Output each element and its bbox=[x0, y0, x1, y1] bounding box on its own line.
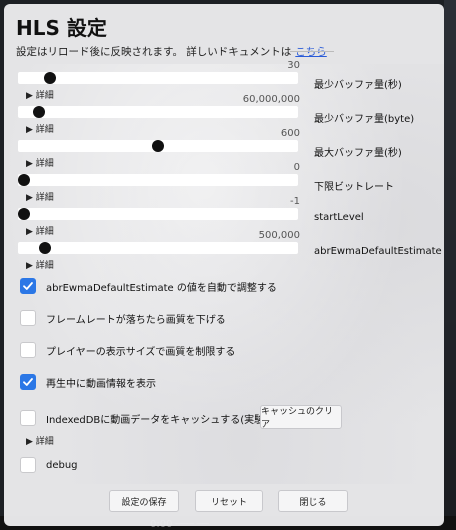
slider-track[interactable] bbox=[18, 174, 298, 186]
details-toggle[interactable]: ▶ 詳細 bbox=[26, 156, 54, 169]
slider-thumb[interactable] bbox=[152, 140, 164, 152]
video-background-edge bbox=[444, 0, 456, 530]
slider-track[interactable] bbox=[18, 208, 298, 220]
slider-value: 0 bbox=[293, 162, 300, 173]
checkbox[interactable] bbox=[20, 342, 36, 358]
checkbox-row-show-video-info[interactable]: 再生中に動画情報を表示 bbox=[20, 374, 156, 390]
close-button[interactable]: 閉じる bbox=[278, 490, 348, 512]
details-toggle[interactable]: ▶ 詳細 bbox=[26, 258, 54, 271]
dialog-title: HLS 設定 bbox=[16, 16, 107, 40]
details-toggle[interactable]: ▶ 詳細 bbox=[26, 224, 54, 237]
reset-button[interactable]: リセット bbox=[195, 490, 263, 512]
slider-label: 最少バッファ量(byte) bbox=[314, 114, 415, 125]
slider-thumb[interactable] bbox=[18, 208, 30, 220]
checkbox-label: フレームレートが落ちたら画質を下げる bbox=[46, 314, 226, 326]
checkbox-row-auto-abr[interactable]: abrEwmaDefaultEstimate の値を自動で調整する bbox=[20, 278, 277, 294]
checkbox-row-indexeddb-cache[interactable]: IndexedDBに動画データをキャッシュする(実験中) bbox=[20, 410, 278, 426]
checkbox-label: IndexedDBに動画データをキャッシュする(実験中) bbox=[46, 414, 279, 426]
slider-track[interactable] bbox=[18, 140, 298, 152]
checkbox-label: debug bbox=[46, 459, 78, 471]
checkmark-icon bbox=[23, 282, 33, 290]
checkmark-icon bbox=[23, 378, 33, 386]
checkbox-row-debug[interactable]: debug bbox=[20, 457, 78, 473]
dialog-description: 設定はリロード後に反映されます。 詳しいドキュメントは こちら bbox=[16, 44, 327, 59]
checkbox[interactable] bbox=[20, 410, 36, 426]
checkbox[interactable] bbox=[20, 310, 36, 326]
slider-value: 60,000,000 bbox=[242, 94, 300, 105]
checkbox-label: abrEwmaDefaultEstimate の値を自動で調整する bbox=[46, 282, 277, 294]
slider-label: startLevel bbox=[314, 212, 364, 223]
slider-label: abrEwmaDefaultEstimate bbox=[314, 246, 442, 257]
description-text: 設定はリロード後に反映されます。 詳しいドキュメントは bbox=[16, 46, 292, 58]
slider-thumb[interactable] bbox=[38, 242, 51, 254]
save-settings-button[interactable]: 設定の保存 bbox=[109, 490, 179, 512]
slider-track[interactable] bbox=[18, 242, 298, 254]
slider-track[interactable] bbox=[18, 72, 298, 84]
details-toggle[interactable]: ▶ 詳細 bbox=[26, 190, 54, 203]
slider-track[interactable] bbox=[18, 106, 298, 118]
slider-value: 30 bbox=[287, 60, 300, 71]
clear-cache-button[interactable]: キャッシュのクリア bbox=[260, 405, 342, 430]
slider-label: 最少バッファ量(秒) bbox=[314, 80, 402, 91]
documentation-link[interactable]: こちら bbox=[295, 46, 327, 58]
slider-thumb[interactable] bbox=[44, 72, 57, 84]
checkbox[interactable] bbox=[20, 278, 36, 294]
checkbox-label: 再生中に動画情報を表示 bbox=[46, 378, 156, 390]
slider-label: 下限ビットレート bbox=[314, 182, 394, 193]
slider-thumb[interactable] bbox=[18, 174, 30, 186]
details-toggle[interactable]: ▶ 詳細 bbox=[26, 122, 54, 135]
divider bbox=[290, 51, 334, 52]
slider-thumb[interactable] bbox=[33, 106, 45, 118]
checkbox-label: プレイヤーの表示サイズで画質を制限する bbox=[46, 346, 236, 358]
slider-value: 600 bbox=[280, 128, 300, 139]
details-toggle[interactable]: ▶ 詳細 bbox=[26, 88, 54, 101]
checkbox-row-cap-on-fps-drop[interactable]: フレームレートが落ちたら画質を下げる bbox=[20, 310, 226, 326]
slider-value: -1 bbox=[290, 196, 300, 207]
checkbox-row-cap-level-to-player-size[interactable]: プレイヤーの表示サイズで画質を制限する bbox=[20, 342, 235, 358]
slider-value: 500,000 bbox=[258, 230, 300, 241]
checkbox[interactable] bbox=[20, 457, 36, 473]
slider-label: 最大バッファ量(秒) bbox=[314, 148, 402, 159]
checkbox[interactable] bbox=[20, 374, 36, 390]
details-toggle[interactable]: ▶ 詳細 bbox=[26, 434, 54, 447]
hls-settings-dialog: HLS 設定 設定はリロード後に反映されます。 詳しいドキュメントは こちら 30… bbox=[4, 4, 444, 526]
